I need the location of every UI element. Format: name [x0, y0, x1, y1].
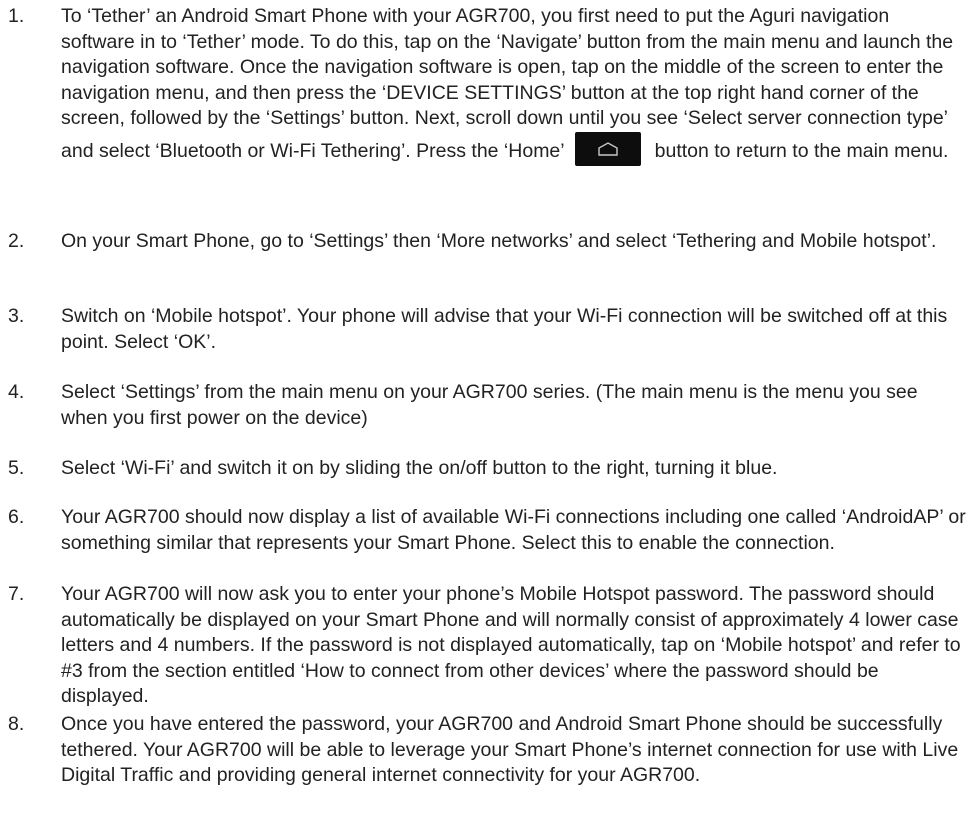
step-number: 4. — [8, 381, 25, 403]
step-number: 2. — [8, 230, 25, 252]
step-number: 1. — [8, 5, 25, 27]
step-number: 3. — [8, 305, 25, 327]
step-text: Once you have entered the password, your… — [61, 713, 959, 786]
step-text: Your AGR700 will now ask you to enter yo… — [61, 583, 961, 707]
step-number: 6. — [8, 506, 25, 528]
step-number: 8. — [8, 713, 25, 735]
step-text: Select ‘Wi-Fi’ and switch it on by slidi… — [61, 457, 778, 479]
step-text: Your AGR700 should now display a list of… — [61, 506, 966, 554]
step-text-before: To ‘Tether’ an Android Smart Phone with … — [61, 5, 954, 162]
step-text: Select ‘Settings’ from the main menu on … — [61, 381, 918, 429]
home-icon — [574, 131, 641, 166]
step-text: To ‘Tether’ an Android Smart Phone with … — [61, 4, 966, 166]
instruction-document: 1. To ‘Tether’ an Android Smart Phone wi… — [0, 0, 978, 823]
step-number: 5. — [8, 457, 25, 479]
step-text-after: button to return to the main menu. — [654, 139, 949, 162]
step-text: Switch on ‘Mobile hotspot’. Your phone w… — [61, 305, 948, 353]
step-text: On your Smart Phone, go to ‘Settings’ th… — [61, 230, 937, 252]
step-number: 7. — [8, 583, 25, 605]
